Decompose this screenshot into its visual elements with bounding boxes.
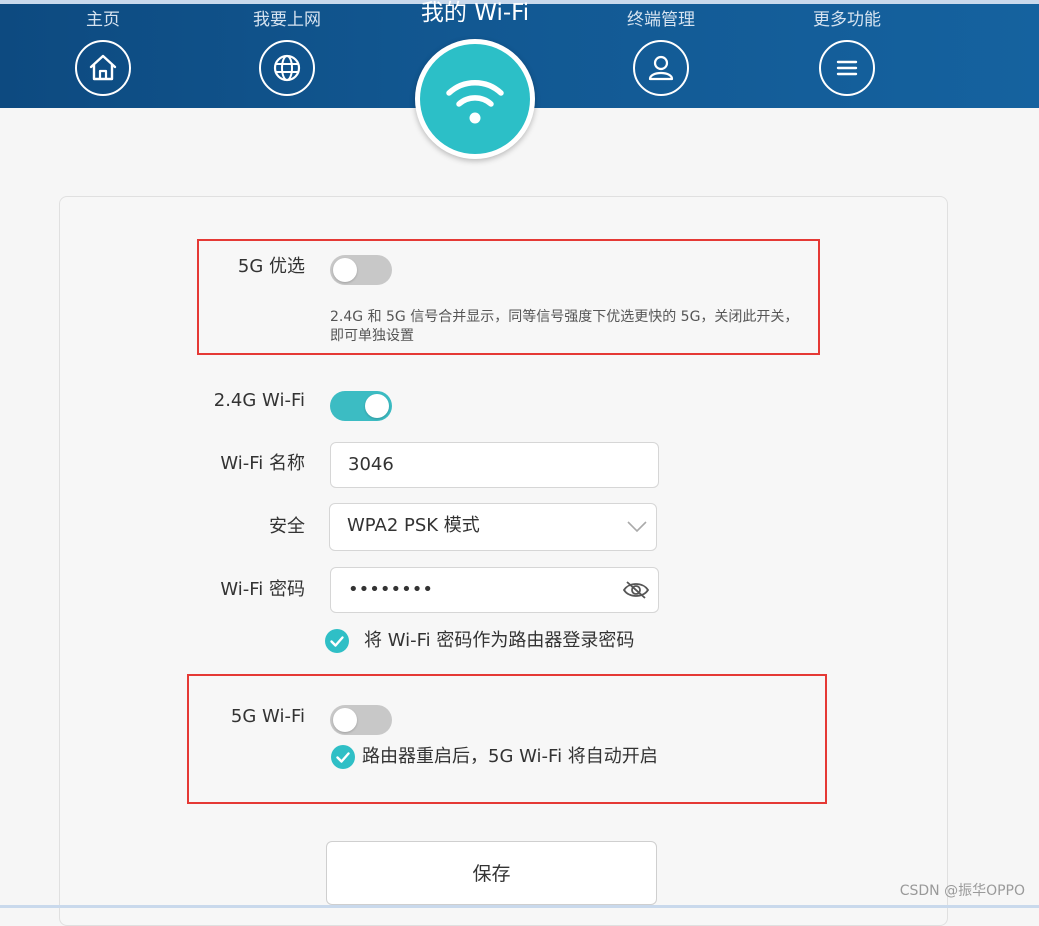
toggle-knob [365,394,389,418]
nav-item-label: 终端管理 [627,10,695,30]
nav-item-more[interactable]: 更多功能 [787,8,907,96]
ssid-input[interactable]: 3046 [330,442,659,488]
watermark: CSDN @振华OPPO [899,883,1025,899]
save-button[interactable]: 保存 [326,841,657,905]
password-value: •••••••• [348,579,433,600]
nav-item-internet[interactable]: 我要上网 [227,8,347,96]
nav-item-label: 更多功能 [813,10,881,30]
user-icon [633,40,689,96]
security-select[interactable]: WPA2 PSK 模式 [329,503,657,551]
nav-item-label: 我要上网 [253,10,321,30]
password-input[interactable]: •••••••• [330,567,659,613]
home-icon [75,40,131,96]
ssid-label: Wi-Fi 名称 [220,453,305,474]
password-label: Wi-Fi 密码 [220,579,305,600]
nav-item-home[interactable]: 主页 [43,8,163,96]
eye-hidden-icon[interactable] [622,579,650,601]
nav-item-my-wifi[interactable] [415,39,535,159]
security-label: 安全 [269,516,305,537]
wifi-24g-toggle[interactable] [330,391,392,421]
nav-item-label: 主页 [86,10,120,30]
highlight-box-5g-wifi [187,674,827,804]
globe-icon [259,40,315,96]
menu-icon [819,40,875,96]
wifi-24g-label: 2.4G Wi-Fi [213,390,305,411]
checkmark-icon [330,636,344,647]
use-as-admin-password-checkbox[interactable] [325,629,349,653]
chevron-down-icon [627,521,647,533]
highlight-box-band-steering [197,239,820,355]
security-value: WPA2 PSK 模式 [347,515,480,536]
wifi-icon [420,44,530,154]
ssid-value: 3046 [348,454,394,475]
nav-item-my-wifi-label[interactable]: 我的 Wi-Fi [385,0,565,28]
nav-item-devices[interactable]: 终端管理 [601,8,721,96]
use-as-admin-password-label: 将 Wi-Fi 密码作为路由器登录密码 [364,630,635,651]
